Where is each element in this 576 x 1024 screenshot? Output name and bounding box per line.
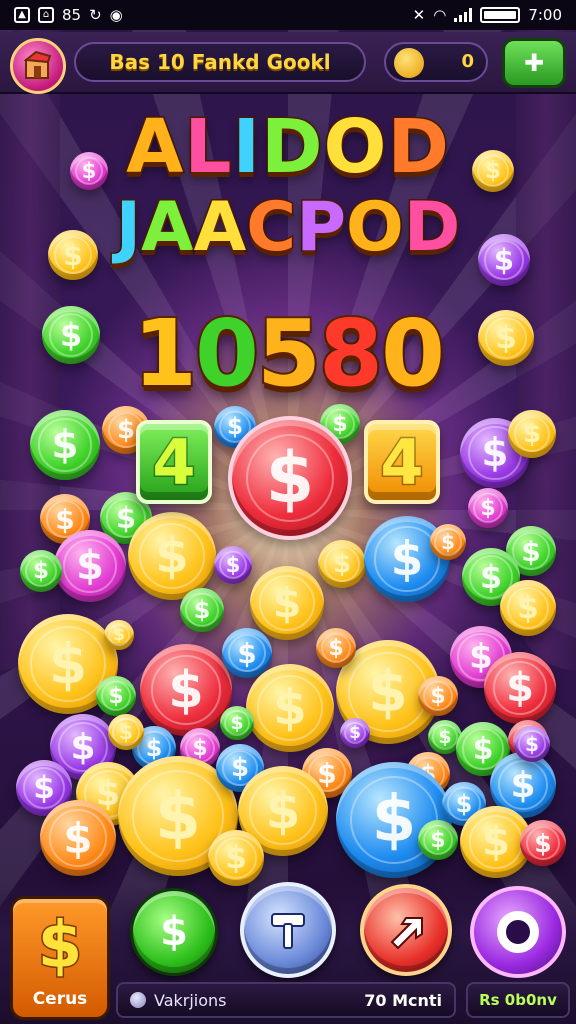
coin-purple: $	[340, 718, 370, 748]
amount-digit: 8	[317, 298, 385, 409]
coin-gold: $	[472, 150, 514, 192]
status-bar: ▲ ⌂ 85 ↻ ◉ ✕ ◠ 7:00	[0, 0, 576, 30]
coin-red: $	[520, 820, 566, 866]
gift-icon: ✚	[523, 49, 545, 77]
headline-letter: P	[295, 187, 348, 269]
headline-letter: O	[345, 187, 406, 269]
coin-green: $	[180, 588, 224, 632]
coin-gold: $	[104, 620, 134, 650]
coin-gold: $	[478, 310, 534, 366]
coin-gold: $	[508, 410, 556, 458]
coin-green: $	[220, 706, 254, 740]
headline-letter: D	[260, 103, 324, 192]
coin-green: $	[20, 550, 62, 592]
tile-left-value: 4	[151, 424, 197, 500]
coin-gold: $	[246, 664, 334, 752]
clock: 7:00	[528, 6, 562, 24]
headline-letter: D	[386, 103, 450, 192]
headline-letter: I	[231, 103, 262, 192]
amount-digit: 0	[379, 298, 447, 409]
jackpot-center-coin: $	[228, 416, 352, 540]
coin-pink: $	[468, 488, 508, 528]
coin-gold: $	[500, 580, 556, 636]
info-strip: Vakrjions 70 Mcnti	[116, 982, 456, 1018]
dollar-icon: $	[160, 909, 188, 955]
coin-icon	[394, 48, 424, 78]
collect-coin-button[interactable]: $	[130, 888, 218, 976]
coin-gold: $	[250, 566, 324, 640]
reward-button[interactable]: ✚	[502, 38, 566, 88]
status-text: 85	[62, 6, 82, 24]
dollar-icon: $	[36, 908, 84, 985]
image-icon: ▲	[14, 7, 30, 23]
coin-gold: $	[208, 830, 264, 886]
coin-balance[interactable]: 0	[384, 42, 488, 82]
amount-digit: 5	[255, 298, 323, 409]
headline-letter: D	[402, 187, 461, 269]
coin-red: $	[140, 644, 232, 736]
signal-icon: ✕	[412, 6, 426, 24]
arrow-icon	[390, 917, 423, 950]
headline-letter: J	[114, 187, 142, 269]
headline-letter: L	[183, 103, 233, 192]
coin-orange: $	[40, 800, 116, 876]
spin-button[interactable]	[360, 884, 452, 976]
multiplier-tile-left: 4	[136, 420, 212, 504]
hammer-button[interactable]	[240, 882, 336, 978]
battery-icon	[480, 7, 521, 23]
headline-letter: O	[322, 103, 388, 192]
settings-icon	[497, 911, 539, 953]
coin-orange: $	[418, 676, 458, 716]
coin-purple: $	[514, 726, 550, 762]
shop-button[interactable]	[10, 38, 66, 94]
amount-digit: 0	[193, 298, 261, 409]
settings-button[interactable]	[470, 886, 566, 978]
shield-icon: ◉	[109, 6, 123, 24]
coin-gold: $	[128, 512, 216, 600]
coin-gold: $	[48, 230, 98, 280]
coin-orange: $	[316, 628, 356, 668]
info-right-label: 70 Mcnti	[364, 990, 442, 1010]
coin-red: $	[484, 652, 556, 724]
cash-button-label: Cerus	[32, 989, 88, 1009]
coin-green: $	[96, 676, 136, 716]
headline-letter: C	[245, 187, 298, 269]
cell-signal-icon	[454, 8, 473, 22]
coin-purple: $	[214, 546, 252, 584]
headline-letter: A	[125, 103, 185, 192]
level-title: Bas 10 Fankd Gookl	[74, 42, 366, 82]
info-dot-icon	[130, 992, 146, 1008]
coin-pink: $	[54, 530, 126, 602]
hammer-icon	[271, 913, 305, 949]
info-left-label: Vakrjions	[154, 990, 227, 1010]
home-small-icon: ⌂	[38, 7, 54, 23]
coin-gold: $	[318, 540, 366, 588]
coin-green: $	[30, 410, 100, 480]
headline-letter: A	[192, 187, 248, 269]
amount-digit: 1	[131, 298, 199, 409]
coin-orange: $	[430, 524, 466, 560]
coin-balance-value: 0	[461, 51, 474, 72]
coin-green: $	[42, 306, 100, 364]
wifi-icon: ◠	[433, 6, 447, 24]
sync-icon: ↻	[89, 6, 102, 24]
coin-pink: $	[70, 152, 108, 190]
coin-green: $	[418, 820, 458, 860]
bonus-label[interactable]: Rs 0b0nv	[466, 982, 570, 1018]
multiplier-tile-right: 4	[364, 420, 440, 504]
coin-purple: $	[478, 234, 530, 286]
shop-icon	[23, 50, 52, 79]
headline-letter: A	[140, 187, 196, 269]
coin-gold: $	[108, 714, 144, 750]
tile-right-value: 4	[379, 424, 425, 500]
cash-button[interactable]: $ Cerus	[10, 896, 110, 1020]
